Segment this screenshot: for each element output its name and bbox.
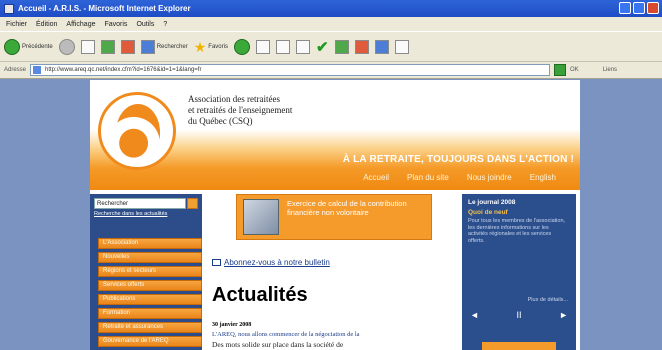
site-search-input[interactable]: Rechercher — [94, 198, 186, 209]
window-title: Accueil - A.R.I.S. - Microsoft Internet … — [18, 4, 191, 13]
side-menu-item[interactable]: Nouvelles — [98, 252, 202, 263]
favorites-label: Favoris — [208, 43, 228, 50]
menu-bar: Fichier Édition Affichage Favoris Outils… — [0, 17, 662, 31]
history-icon[interactable] — [255, 39, 270, 54]
messenger-icon[interactable] — [334, 39, 349, 54]
go-icon[interactable] — [554, 64, 567, 76]
slideshow-controls: ◄ II ► — [470, 310, 568, 320]
discuss-icon[interactable] — [374, 39, 389, 54]
side-menu-item[interactable]: Services offerts — [98, 280, 202, 291]
page-title: Actualités — [212, 284, 308, 306]
web-page: Association des retraitées et retraités … — [90, 80, 580, 350]
side-menu-item[interactable]: Formation — [98, 308, 202, 319]
address-label: Adresse — [4, 67, 27, 73]
site-slogan: À LA RETRAITE, TOUJOURS DANS L'ACTION ! — [342, 154, 574, 165]
ie-icon — [4, 3, 14, 14]
menu-file[interactable]: Fichier — [6, 21, 27, 28]
search-label: Rechercher — [156, 43, 188, 50]
side-menu-item[interactable]: Gouvernance de l'AREQ — [98, 336, 202, 347]
address-url: http://www.areq.qc.net/index.cfm?id=1676… — [45, 67, 202, 73]
media-icon[interactable] — [233, 38, 250, 55]
previous-icon[interactable]: ◄ — [470, 310, 479, 320]
favorites-star-icon: ★ — [193, 38, 207, 55]
org-name-line-2: et retraités de l'enseignement — [188, 105, 293, 115]
maximize-icon[interactable] — [633, 2, 645, 14]
search-button[interactable]: Rechercher — [140, 39, 188, 54]
right-sidebar: Le journal 2008 Quoi de neuf Pour tous l… — [462, 194, 576, 350]
page-icon — [33, 66, 42, 74]
window-controls — [619, 2, 659, 14]
nav-contact[interactable]: Nous joindre — [467, 173, 512, 182]
forward-button[interactable] — [58, 38, 75, 55]
nav-home[interactable]: Accueil — [363, 173, 389, 182]
promo-text: Exercice de calcul de la contribution fi… — [287, 199, 407, 217]
org-name-line-1: Association des retraitées — [188, 94, 280, 104]
side-menu-item[interactable]: L'Association — [98, 238, 202, 249]
calculator-icon — [243, 199, 279, 235]
org-name-line-3: du Québec (CSQ) — [188, 116, 253, 126]
promo-banner[interactable]: Exercice de calcul de la contribution fi… — [236, 194, 432, 240]
back-button[interactable]: Précédente — [4, 38, 53, 55]
links-label[interactable]: Liens — [603, 67, 617, 73]
news-link[interactable]: L'AREQ, nous allons commencer de la négo… — [212, 331, 412, 338]
back-arrow-icon — [4, 38, 20, 55]
minimize-icon[interactable] — [619, 2, 631, 14]
main-content: Exercice de calcul de la contribution fi… — [208, 194, 458, 350]
advanced-search-link[interactable]: Recherche dans les actualités — [94, 211, 174, 217]
side-menu: L'Association Nouvelles Régions et secte… — [98, 238, 202, 347]
address-input[interactable]: http://www.areq.qc.net/index.cfm?id=1676… — [30, 64, 551, 76]
window-title-bar: Accueil - A.R.I.S. - Microsoft Internet … — [0, 0, 662, 17]
envelope-icon — [212, 259, 221, 266]
side-menu-item[interactable]: Publications — [98, 294, 202, 305]
mail-icon[interactable] — [275, 39, 290, 54]
subscribe-link[interactable]: Abonnez-vous à notre bulletin — [212, 258, 330, 267]
logo-flame-icon — [116, 104, 160, 160]
right-panel-button[interactable] — [482, 342, 556, 350]
right-panel-text: Pour tous les membres de l'association, … — [468, 218, 566, 244]
address-bar: Adresse http://www.areq.qc.net/index.cfm… — [0, 62, 662, 79]
back-label: Précédente — [22, 43, 53, 50]
go-label[interactable]: OK — [570, 67, 579, 73]
research-icon[interactable] — [354, 39, 369, 54]
nav-sitemap[interactable]: Plan du site — [407, 173, 449, 182]
news-date: 30 janvier 2008 — [212, 322, 252, 328]
news-headline[interactable]: Des mots solide sur place dans la sociét… — [212, 340, 412, 349]
right-panel-headline[interactable]: Quoi de neuf — [468, 209, 508, 216]
print-icon[interactable] — [295, 39, 310, 54]
left-sidebar: Rechercher Recherche dans les actualités… — [90, 194, 202, 350]
search-icon — [140, 39, 155, 54]
next-icon[interactable]: ► — [559, 310, 568, 320]
browser-toolbar: Précédente Rechercher ★ Favoris ✔ — [0, 31, 662, 62]
menu-help[interactable]: ? — [163, 21, 167, 28]
menu-tools[interactable]: Outils — [136, 21, 154, 28]
side-menu-item[interactable]: Régions et secteurs — [98, 266, 202, 277]
side-menu-item[interactable]: Retraite et assurances — [98, 322, 202, 333]
right-panel-date: Le journal 2008 — [468, 199, 516, 206]
pause-icon[interactable]: II — [516, 310, 521, 320]
menu-edit[interactable]: Édition — [36, 21, 57, 28]
close-icon[interactable] — [647, 2, 659, 14]
favorites-button[interactable]: ★ Favoris — [194, 40, 228, 54]
subscribe-label: Abonnez-vous à notre bulletin — [224, 258, 330, 267]
more-details-link[interactable]: Plus de détails... — [528, 297, 568, 303]
top-nav: Accueil Plan du site Nous joindre Englis… — [363, 173, 556, 182]
organization-name: Association des retraitées et retraités … — [188, 94, 368, 127]
menu-view[interactable]: Affichage — [66, 21, 95, 28]
refresh-icon[interactable] — [100, 39, 115, 54]
window-icon[interactable] — [394, 39, 409, 54]
nav-english[interactable]: English — [530, 173, 556, 182]
menu-favorites[interactable]: Favoris — [104, 21, 127, 28]
home-icon[interactable] — [120, 39, 135, 54]
checkmark-icon[interactable]: ✔ — [316, 38, 329, 56]
search-go-icon[interactable] — [187, 198, 198, 209]
site-header: Association des retraitées et retraités … — [90, 80, 580, 190]
stop-icon[interactable] — [80, 39, 95, 54]
